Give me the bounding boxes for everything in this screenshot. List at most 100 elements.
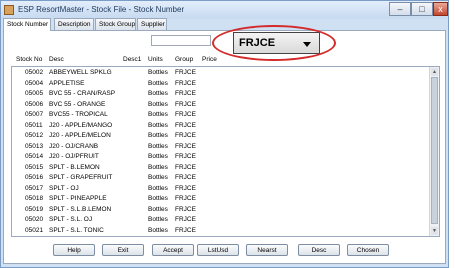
table-row[interactable]: 05021 SPLT - S.L. TONIC Bottles FRJCE — [12, 226, 430, 236]
table-row[interactable]: 05020 SPLT - S.L. OJ Bottles FRJCE — [12, 215, 430, 225]
cell-stock-no: 05018 — [25, 195, 44, 202]
chosen-button[interactable]: Chosen — [347, 244, 389, 256]
table-row[interactable]: 05019 SPLT - S.L.B.LEMON Bottles FRJCE — [12, 205, 430, 215]
close-button[interactable]: x — [433, 2, 448, 16]
search-input[interactable] — [151, 35, 211, 46]
cell-group: FRJCE — [175, 205, 196, 213]
cell-stock-no: 05012 — [25, 132, 44, 139]
table-row[interactable]: 05012 J20 - APPLE/MELON Bottles FRJCE — [12, 131, 430, 141]
table-row[interactable]: 05015 SPLT - B.LEMON Bottles FRJCE — [12, 163, 430, 173]
tab-supplier[interactable]: Supplier — [137, 18, 167, 30]
cell-group: FRJCE — [175, 132, 196, 139]
column-header-price[interactable]: Price — [202, 56, 217, 63]
cell-group: FRJCE — [175, 79, 196, 87]
cell-stock-no: 05017 — [25, 184, 44, 192]
table-row[interactable]: 05017 SPLT - OJ Bottles FRJCE — [12, 184, 430, 194]
cell-stock-no: 05005 — [25, 90, 44, 97]
cell-units: Bottles — [148, 121, 168, 129]
app-icon — [4, 5, 14, 15]
maximize-button[interactable]: □ — [411, 2, 433, 16]
stock-list[interactable]: ▲ ▼ 05002 ABBEYWELL SPKLG Bottles FRJCE 0500… — [11, 66, 440, 237]
table-row[interactable]: 05007 BVC55 - TROPICAL Bottles FRJCE — [12, 110, 430, 120]
cell-units: Bottles — [148, 216, 168, 223]
cell-stock-no: 05021 — [25, 226, 44, 234]
cell-desc: J20 - OJ/CRANB — [49, 142, 99, 150]
cell-stock-no: 05014 — [25, 153, 44, 160]
tab-description[interactable]: Description — [54, 18, 94, 30]
cell-desc: J20 - APPLE/MELON — [49, 132, 111, 139]
cell-desc: BVC55 - TROPICAL — [49, 111, 108, 118]
nearst-button[interactable]: Nearst — [246, 244, 288, 256]
app-window: ESP ResortMaster - Stock File - Stock Nu… — [0, 0, 449, 268]
highlight-circle — [212, 25, 336, 61]
cell-stock-no: 05016 — [25, 174, 44, 181]
table-row[interactable]: 05014 J20 - OJ/PFRUIT Bottles FRJCE — [12, 152, 430, 162]
table-row[interactable]: 05013 J20 - OJ/CRANB Bottles FRJCE — [12, 142, 430, 152]
accept-button[interactable]: Accept — [152, 244, 194, 256]
table-row[interactable]: 05011 J20 - APPLE/MANGO Bottles FRJCE — [12, 121, 430, 131]
tab-stock-number[interactable]: Stock Number — [3, 18, 51, 31]
cell-stock-no: 05004 — [25, 79, 44, 87]
cell-desc: SPLT - OJ — [49, 184, 79, 192]
cell-units: Bottles — [148, 132, 168, 139]
cell-stock-no: 05015 — [25, 163, 44, 171]
cell-units: Bottles — [148, 184, 168, 192]
title-bar[interactable]: ESP ResortMaster - Stock File - Stock Nu… — [1, 1, 448, 19]
lstusd-button[interactable]: LstUsd — [197, 244, 239, 256]
table-row[interactable]: 05002 ABBEYWELL SPKLG Bottles FRJCE — [12, 68, 430, 78]
table-row[interactable]: 05005 BVC 55 - CRAN/RASP Bottles FRJCE — [12, 89, 430, 99]
tab-stock-group[interactable]: Stock Group — [95, 18, 136, 30]
column-header-stock-no[interactable]: Stock No — [16, 56, 42, 63]
cell-group: FRJCE — [175, 184, 196, 192]
cell-units: Bottles — [148, 174, 168, 181]
table-row[interactable]: 05004 APPLETISE Bottles FRJCE — [12, 79, 430, 89]
minimize-button[interactable]: – — [389, 2, 411, 16]
cell-desc: SPLT - B.LEMON — [49, 163, 100, 171]
cell-group: FRJCE — [175, 121, 196, 129]
cell-group: FRJCE — [175, 226, 196, 234]
cell-desc: J20 - APPLE/MANGO — [49, 121, 113, 129]
column-header-units[interactable]: Units — [148, 56, 163, 63]
column-header-desc1[interactable]: Desc1 — [123, 56, 141, 63]
vertical-scrollbar[interactable]: ▲ ▼ — [429, 67, 439, 236]
cell-desc: SPLT - S.L. OJ — [49, 216, 93, 223]
scroll-up-icon[interactable]: ▲ — [431, 68, 438, 76]
table-row[interactable]: 05018 SPLT - PINEAPPLE Bottles FRJCE — [12, 194, 430, 204]
cell-desc: J20 - OJ/PFRUIT — [49, 153, 99, 160]
desc-button[interactable]: Desc — [298, 244, 340, 256]
cell-units: Bottles — [148, 111, 168, 118]
cell-group: FRJCE — [175, 69, 196, 76]
cell-units: Bottles — [148, 205, 168, 213]
cell-units: Bottles — [148, 226, 168, 234]
cell-units: Bottles — [148, 90, 168, 97]
table-row[interactable]: 05016 SPLT - GRAPEFRUIT Bottles FRJCE — [12, 173, 430, 183]
cell-group: FRJCE — [175, 100, 196, 108]
cell-desc: ABBEYWELL SPKLG — [49, 69, 112, 76]
cell-group: FRJCE — [175, 174, 196, 181]
column-header-desc[interactable]: Desc — [49, 56, 64, 63]
cell-units: Bottles — [148, 195, 168, 202]
table-row[interactable]: 05006 BVC 55 - ORANGE Bottles FRJCE — [12, 100, 430, 110]
cell-desc: SPLT - GRAPEFRUIT — [49, 174, 113, 181]
cell-stock-no: 05011 — [25, 121, 43, 129]
cell-group: FRJCE — [175, 216, 196, 223]
cell-units: Bottles — [148, 100, 168, 108]
exit-button[interactable]: Exit — [102, 244, 144, 256]
cell-group: FRJCE — [175, 111, 196, 118]
scroll-thumb[interactable] — [431, 77, 438, 224]
help-button[interactable]: Help — [53, 244, 95, 256]
cell-group: FRJCE — [175, 153, 196, 160]
cell-desc: APPLETISE — [49, 79, 85, 87]
cell-stock-no: 05007 — [25, 111, 44, 118]
cell-group: FRJCE — [175, 142, 196, 150]
cell-stock-no: 05002 — [25, 69, 44, 76]
cell-desc: SPLT - PINEAPPLE — [49, 195, 107, 202]
window-title: ESP ResortMaster - Stock File - Stock Nu… — [18, 5, 185, 14]
column-header-group[interactable]: Group — [175, 56, 193, 63]
cell-stock-no: 05019 — [25, 205, 44, 213]
cell-desc: BVC 55 - CRAN/RASP — [49, 90, 116, 97]
scroll-down-icon[interactable]: ▼ — [431, 227, 438, 235]
cell-units: Bottles — [148, 142, 168, 150]
cell-group: FRJCE — [175, 90, 196, 97]
cell-stock-no: 05013 — [25, 142, 44, 150]
